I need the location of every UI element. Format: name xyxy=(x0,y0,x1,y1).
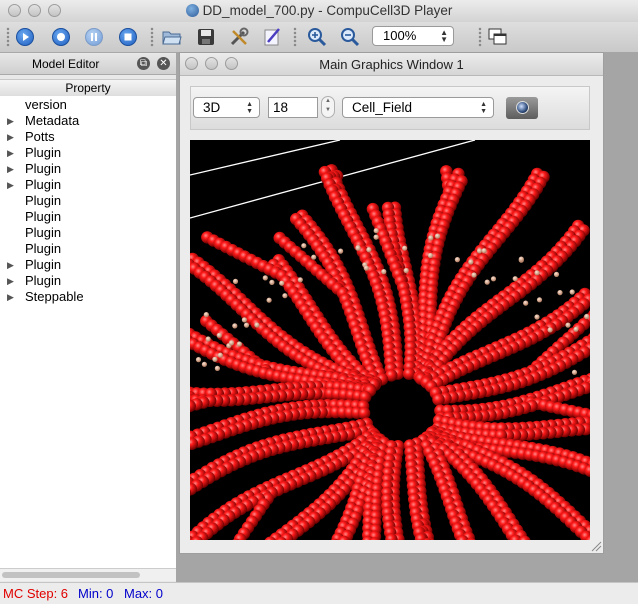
step-button[interactable] xyxy=(51,27,71,47)
zoom-in-button[interactable] xyxy=(307,27,327,47)
edit-button[interactable] xyxy=(262,27,282,47)
tree-item-label: Steppable xyxy=(25,289,84,305)
tree-item[interactable]: Plugin xyxy=(0,209,176,225)
view-mode-select[interactable]: 3D ▲▼ xyxy=(193,97,260,118)
toolbar-grip[interactable] xyxy=(6,27,10,47)
zoom-out-icon xyxy=(340,27,360,47)
stop-button[interactable] xyxy=(118,27,138,47)
plane-position-stepper[interactable]: ▲▼ xyxy=(321,96,335,118)
tree-item-label: Plugin xyxy=(25,273,61,289)
pause-icon xyxy=(85,28,103,46)
cell-field-render[interactable] xyxy=(190,140,590,540)
camera-icon xyxy=(516,101,529,114)
pause-button[interactable] xyxy=(84,27,104,47)
bounding-box-edge xyxy=(190,140,340,175)
view-mode-value: 3D xyxy=(203,100,220,115)
model-editor-title-bar: Model Editor ⧉ ✕ xyxy=(0,54,176,75)
save-button[interactable] xyxy=(196,27,216,47)
tree-item[interactable]: version xyxy=(0,97,176,113)
tree-item-label: Plugin xyxy=(25,209,61,225)
tree-item[interactable]: ▶ Metadata xyxy=(0,113,176,129)
tree-item-label: Plugin xyxy=(25,161,61,177)
disclosure-triangle-icon[interactable]: ▶ xyxy=(7,273,14,289)
tree-item-label: Potts xyxy=(25,129,55,145)
tools-button[interactable] xyxy=(229,27,249,47)
scrollbar-thumb[interactable] xyxy=(2,572,140,578)
graphics-window-title: Main Graphics Window 1 xyxy=(180,57,603,72)
tree-item-label: Plugin xyxy=(25,225,61,241)
mc-step-label: MC Step: 6 xyxy=(3,583,68,604)
horizontal-scrollbar[interactable] xyxy=(0,568,176,581)
graphics-canvas[interactable] xyxy=(190,140,590,540)
tree-item[interactable]: ▶ Plugin xyxy=(0,161,176,177)
tree-item-label: Metadata xyxy=(25,113,79,129)
window-title: DD_model_700.py - CompuCell3D Player xyxy=(0,3,638,18)
resize-grip-icon[interactable] xyxy=(590,540,602,552)
cell-spheres xyxy=(190,164,590,540)
disclosure-triangle-icon[interactable]: ▶ xyxy=(7,177,14,193)
run-icon xyxy=(16,28,34,46)
graphics-window-title-bar: Main Graphics Window 1 xyxy=(180,53,603,76)
close-dock-button[interactable]: ✕ xyxy=(157,57,170,70)
tree-item-label: Plugin xyxy=(25,241,61,257)
disclosure-triangle-icon[interactable]: ▶ xyxy=(7,113,14,129)
disclosure-triangle-icon[interactable]: ▶ xyxy=(7,129,14,145)
toolbar-grip[interactable] xyxy=(478,27,482,47)
plane-position-value: 18 xyxy=(273,100,288,115)
tree-item-label: Plugin xyxy=(25,145,61,161)
main-title-bar: DD_model_700.py - CompuCell3D Player xyxy=(0,0,638,23)
model-editor-tree[interactable]: version ▶ Metadata ▶ Potts ▶ Plugin ▶ Plugin ▶ Plu… xyxy=(0,96,176,568)
save-icon xyxy=(197,28,215,46)
stop-icon xyxy=(119,28,137,46)
disclosure-triangle-icon[interactable]: ▶ xyxy=(7,145,14,161)
window-layout-button[interactable] xyxy=(488,27,508,47)
tree-item[interactable]: Plugin xyxy=(0,193,176,209)
plane-position-input[interactable]: 18 xyxy=(268,97,318,118)
tree-item[interactable]: Plugin xyxy=(0,241,176,257)
min-value-label: Min: 0 xyxy=(78,583,113,604)
status-bar: MC Step: 6 Min: 0 Max: 0 xyxy=(0,582,638,604)
field-select-value: Cell_Field xyxy=(352,100,412,115)
zoom-in-icon xyxy=(307,27,327,47)
zoom-level-select[interactable]: 100% ▲▼ xyxy=(372,26,454,46)
zoom-out-button[interactable] xyxy=(340,27,360,47)
max-value-label: Max: 0 xyxy=(124,583,163,604)
tree-item[interactable]: ▶ Steppable xyxy=(0,289,176,305)
document-proxy-icon xyxy=(186,4,199,17)
open-folder-icon xyxy=(162,28,182,46)
disclosure-triangle-icon[interactable]: ▶ xyxy=(7,257,14,273)
tree-item[interactable]: ▶ Plugin xyxy=(0,177,176,193)
field-select[interactable]: Cell_Field ▲▼ xyxy=(342,97,494,118)
run-button[interactable] xyxy=(15,27,35,47)
main-toolbar xyxy=(0,22,638,53)
disclosure-triangle-icon[interactable]: ▶ xyxy=(7,161,14,177)
tree-item-label: version xyxy=(25,97,67,113)
model-editor-title: Model Editor xyxy=(32,57,99,71)
window-layout-icon xyxy=(488,28,508,46)
tree-item-label: Plugin xyxy=(25,193,61,209)
tools-icon xyxy=(229,27,249,47)
chevron-updown-icon: ▲▼ xyxy=(480,101,487,115)
toolbar-grip[interactable] xyxy=(293,27,297,47)
screenshot-button[interactable] xyxy=(506,97,538,119)
toolbar-grip[interactable] xyxy=(150,27,154,47)
window-title-text: DD_model_700.py - CompuCell3D Player xyxy=(203,3,453,18)
disclosure-triangle-icon[interactable]: ▶ xyxy=(7,289,14,305)
float-dock-button[interactable]: ⧉ xyxy=(137,57,150,70)
tree-item[interactable]: ▶ Plugin xyxy=(0,145,176,161)
tree-item[interactable]: Plugin xyxy=(0,225,176,241)
edit-icon xyxy=(262,27,282,47)
tree-item[interactable]: ▶ Potts xyxy=(0,129,176,145)
tree-item-label: Plugin xyxy=(25,257,61,273)
chevron-updown-icon: ▲▼ xyxy=(440,29,448,43)
step-icon xyxy=(52,28,70,46)
open-button[interactable] xyxy=(162,27,182,47)
property-column-header[interactable]: Property xyxy=(0,79,176,97)
tree-item-label: Plugin xyxy=(25,177,61,193)
zoom-level-value: 100% xyxy=(383,28,416,43)
tree-item[interactable]: ▶ Plugin xyxy=(0,257,176,273)
chevron-updown-icon: ▲▼ xyxy=(246,101,253,115)
tree-item[interactable]: ▶ Plugin xyxy=(0,273,176,289)
